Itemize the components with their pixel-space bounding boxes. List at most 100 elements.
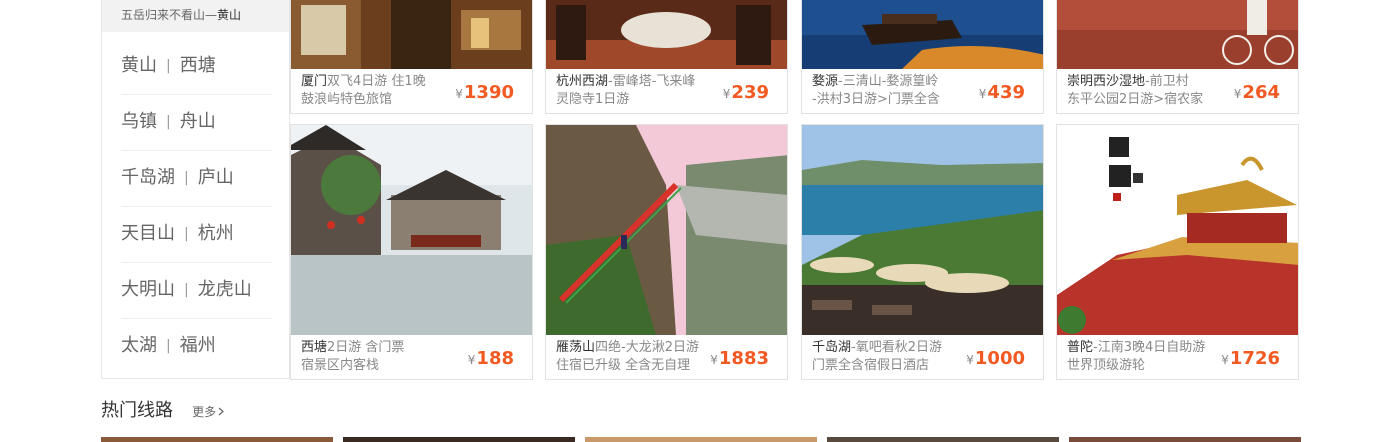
sidebar-row: 太湖 | 福州 xyxy=(121,318,272,374)
tour-subtitle[interactable]: 灵隐寺1日游 xyxy=(556,91,711,109)
tour-info: 杭州西湖-雷峰塔-飞来峰 灵隐寺1日游 xyxy=(556,73,711,109)
tour-subtitle[interactable]: 鼓浪屿特色旅馆 xyxy=(301,91,456,109)
sidebar-link[interactable]: 太湖 xyxy=(121,335,157,356)
tour-info: 厦门双飞4日游 住1晚 鼓浪屿特色旅馆 xyxy=(301,73,456,109)
price-value: 264 xyxy=(1242,82,1280,103)
sidebar-link[interactable]: 西塘 xyxy=(180,55,216,76)
sidebar-link[interactable]: 舟山 xyxy=(180,111,216,132)
tour-subtitle[interactable]: 门票全含宿假日酒店 xyxy=(812,357,967,375)
tour-info: 西塘2日游 含门票 宿景区内客栈 xyxy=(301,339,456,375)
tour-title[interactable]: -雷峰塔-飞来峰 xyxy=(608,74,695,89)
tour-photo-strip[interactable] xyxy=(1069,437,1301,442)
price-value: 239 xyxy=(731,82,769,103)
tour-title[interactable]: 四绝-大龙湫2日游 xyxy=(595,340,699,355)
price-value: 1726 xyxy=(1229,348,1280,369)
sidebar-link[interactable]: 大明山 xyxy=(121,279,175,300)
price-value: 1883 xyxy=(718,348,769,369)
tour-card[interactable]: 杭州西湖-雷峰塔-飞来峰 灵隐寺1日游 ¥239 xyxy=(545,0,788,114)
tour-price: ¥1883 xyxy=(710,348,769,369)
tour-title[interactable]: -氧吧看秋2日游 xyxy=(851,340,942,355)
currency-symbol: ¥ xyxy=(966,353,974,367)
currency-symbol: ¥ xyxy=(978,87,987,101)
tour-title[interactable]: -前卫村 xyxy=(1145,74,1189,89)
tour-photo-strip[interactable] xyxy=(585,437,817,442)
sidebar-link[interactable]: 杭州 xyxy=(198,223,234,244)
tour-subtitle[interactable]: -洪村3日游>门票全含 xyxy=(812,91,967,109)
tour-destination[interactable]: 婺源 xyxy=(812,74,838,89)
tour-photo-chongming[interactable] xyxy=(1057,0,1299,69)
tour-photo-strip[interactable] xyxy=(343,437,575,442)
sidebar-row: 天目山 | 杭州 xyxy=(121,206,272,263)
price-value: 439 xyxy=(987,82,1025,103)
currency-symbol: ¥ xyxy=(1221,353,1229,367)
tour-photo-strip[interactable] xyxy=(101,437,333,442)
sidebar-link[interactable]: 天目山 xyxy=(121,223,175,244)
tour-price: ¥239 xyxy=(723,82,769,103)
sidebar-link[interactable]: 千岛湖 xyxy=(121,167,175,188)
tour-photo-qiandaohu[interactable] xyxy=(802,125,1044,335)
sidebar-link[interactable]: 庐山 xyxy=(198,167,234,188)
currency-symbol: ¥ xyxy=(1233,87,1242,101)
tour-photo-wuyuan[interactable] xyxy=(802,0,1044,69)
currency-symbol: ¥ xyxy=(467,353,476,367)
sidebar-header-text: 五岳归来不看山— xyxy=(121,8,218,22)
tour-title[interactable]: 2日游 含门票 xyxy=(327,340,404,355)
tour-card[interactable]: 雁荡山四绝-大龙湫2日游 住宿已升级 全含无自理 ¥1883 xyxy=(545,124,788,380)
sidebar-row: 黄山 | 西塘 xyxy=(121,38,272,95)
tour-info: 崇明西沙湿地-前卫村 东平公园2日游>宿农家 xyxy=(1067,73,1222,109)
sidebar-link[interactable]: 黄山 xyxy=(121,55,157,76)
sidebar-row: 大明山 | 龙虎山 xyxy=(121,262,272,319)
tour-subtitle[interactable]: 世界顶级游轮 xyxy=(1067,357,1222,375)
tour-title[interactable]: -三清山-婺源篁岭 xyxy=(838,74,938,89)
chevron-right-icon xyxy=(218,407,225,416)
tour-photo-xiamen[interactable] xyxy=(291,0,533,69)
tour-price: ¥1726 xyxy=(1221,348,1280,369)
tour-info: 普陀-江南3晚4日自助游 世界顶级游轮 xyxy=(1067,339,1222,375)
sidebar-link[interactable]: 龙虎山 xyxy=(198,279,252,300)
tour-card[interactable]: 厦门双飞4日游 住1晚 鼓浪屿特色旅馆 ¥1390 xyxy=(290,0,533,114)
sidebar-separator: | xyxy=(166,58,171,74)
tour-destination[interactable]: 崇明西沙湿地 xyxy=(1067,74,1145,89)
tour-destination[interactable]: 西塘 xyxy=(301,340,327,355)
price-value: 1000 xyxy=(974,348,1025,369)
tour-card[interactable]: 千岛湖-氧吧看秋2日游 门票全含宿假日酒店 ¥1000 xyxy=(801,124,1044,380)
tour-card[interactable]: 婺源-三清山-婺源篁岭 -洪村3日游>门票全含 ¥439 xyxy=(801,0,1044,114)
tour-photo-xitang[interactable] xyxy=(291,125,533,335)
tour-destination[interactable]: 普陀 xyxy=(1067,340,1093,355)
tour-photo-hangzhou[interactable] xyxy=(546,0,788,69)
tour-photo-strip[interactable] xyxy=(827,437,1059,442)
tour-photo-yandangshan[interactable] xyxy=(546,125,788,335)
tour-photo-putuo[interactable] xyxy=(1057,125,1299,335)
tour-destination[interactable]: 厦门 xyxy=(301,74,327,89)
sidebar-row: 千岛湖 | 庐山 xyxy=(121,150,272,207)
tour-card[interactable]: 崇明西沙湿地-前卫村 东平公园2日游>宿农家 ¥264 xyxy=(1056,0,1299,114)
tour-subtitle[interactable]: 住宿已升级 全含无自理 xyxy=(556,357,711,375)
tour-destination[interactable]: 杭州西湖 xyxy=(556,74,608,89)
price-value: 1390 xyxy=(463,82,514,103)
more-link-label: 更多 xyxy=(192,405,217,419)
tour-price: ¥1390 xyxy=(455,82,514,103)
tour-subtitle[interactable]: 东平公园2日游>宿农家 xyxy=(1067,91,1222,109)
tour-subtitle[interactable]: 宿景区内客栈 xyxy=(301,357,456,375)
sidebar-separator: | xyxy=(184,282,189,298)
tour-destination[interactable]: 雁荡山 xyxy=(556,340,595,355)
tour-price: ¥439 xyxy=(979,82,1025,103)
sidebar-header-highlight[interactable]: 黄山 xyxy=(217,8,241,22)
tour-destination[interactable]: 千岛湖 xyxy=(812,340,851,355)
sidebar-header: 五岳归来不看山—黄山 xyxy=(102,0,289,32)
sidebar-row: 乌镇 | 舟山 xyxy=(121,94,272,151)
sidebar-separator: | xyxy=(184,170,189,186)
tour-info: 婺源-三清山-婺源篁岭 -洪村3日游>门票全含 xyxy=(812,73,967,109)
tour-price: ¥264 xyxy=(1234,82,1280,103)
sidebar-link[interactable]: 福州 xyxy=(180,335,216,356)
tour-card[interactable]: 普陀-江南3晚4日自助游 世界顶级游轮 ¥1726 xyxy=(1056,124,1299,380)
price-value: 188 xyxy=(476,348,514,369)
tour-title[interactable]: 双飞4日游 住1晚 xyxy=(327,74,426,89)
more-link[interactable]: 更多 xyxy=(192,405,225,419)
currency-symbol: ¥ xyxy=(722,87,731,101)
tour-price: ¥188 xyxy=(468,348,514,369)
sidebar-link[interactable]: 乌镇 xyxy=(121,111,157,132)
tour-info: 千岛湖-氧吧看秋2日游 门票全含宿假日酒店 xyxy=(812,339,967,375)
tour-card[interactable]: 西塘2日游 含门票 宿景区内客栈 ¥188 xyxy=(290,124,533,380)
tour-title[interactable]: -江南3晚4日自助游 xyxy=(1093,340,1205,355)
